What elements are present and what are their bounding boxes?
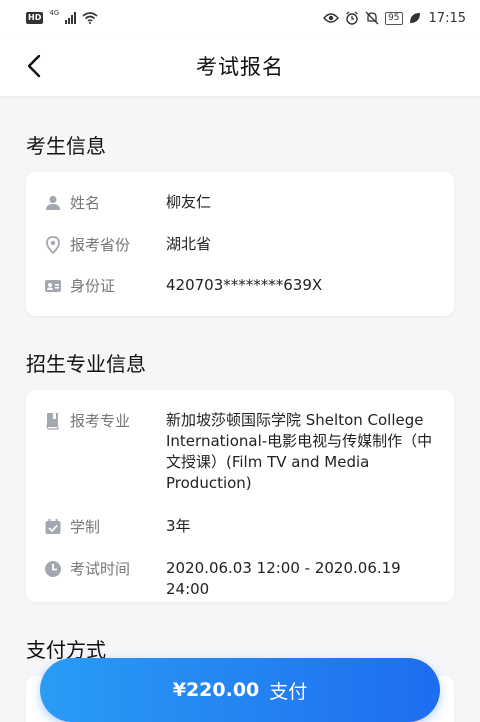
program-card: 报考专业 新加坡莎顿国际学院 Shelton College Internati… <box>26 390 454 602</box>
location-pin-icon <box>46 236 60 254</box>
id-card-icon <box>45 280 61 292</box>
alarm-icon <box>346 11 358 25</box>
id-value: 420703********639X <box>166 276 323 294</box>
signal-icon <box>65 12 77 24</box>
pay-button[interactable]: ¥220.00 支付 <box>40 658 440 722</box>
book-icon <box>46 413 59 430</box>
back-button[interactable] <box>20 52 48 80</box>
pay-label: 支付 <box>269 680 308 703</box>
nav-bar: 考试报名 <box>0 36 480 96</box>
major-label: 报考专业 <box>70 412 131 430</box>
exam-time-label: 考试时间 <box>70 560 131 578</box>
id-label: 身份证 <box>70 277 116 295</box>
network-type: 4G <box>49 9 60 17</box>
exam-time-value: 2020.06.03 12:00 - 2020.06.19 24:00 <box>166 559 401 598</box>
page-title: 考试报名 <box>196 55 284 79</box>
major-value: 新加坡莎顿国际学院 Shelton College International-… <box>166 411 433 492</box>
status-bar: HD 4G 95 17:15 <box>0 0 480 36</box>
province-value: 湖北省 <box>166 235 212 253</box>
mute-bell-icon <box>365 11 379 25</box>
eye-icon <box>323 13 340 23</box>
battery-icon: 95 <box>385 11 403 25</box>
province-label: 报考省份 <box>70 236 131 254</box>
person-icon <box>46 195 60 210</box>
clock-time: 17:15 <box>428 10 466 26</box>
duration-label: 学制 <box>70 518 101 536</box>
pay-amount: ¥220.00 <box>172 679 260 701</box>
program-section-title: 招生专业信息 <box>26 352 146 376</box>
candidate-section-title: 考生信息 <box>26 134 106 158</box>
wifi-icon <box>82 12 98 24</box>
clock-icon <box>45 561 61 577</box>
name-value: 柳友仁 <box>166 193 212 211</box>
duration-value: 3年 <box>166 517 191 535</box>
calendar-check-icon <box>45 519 61 534</box>
chevron-left-icon <box>27 54 41 78</box>
name-label: 姓名 <box>70 194 101 212</box>
hd-badge: HD <box>26 12 44 24</box>
candidate-card: 姓名 柳友仁 报考省份 湖北省 身份证 420703********639X <box>26 172 454 316</box>
leaf-icon <box>409 13 420 23</box>
